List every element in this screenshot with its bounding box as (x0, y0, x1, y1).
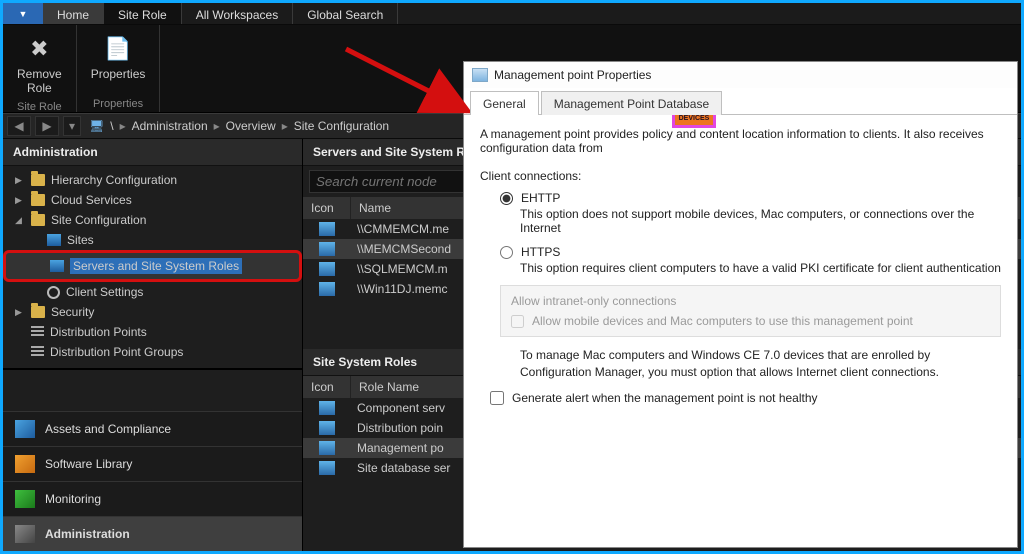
software-icon (15, 455, 35, 473)
tab-home[interactable]: Home (43, 3, 104, 24)
remove-role-label: Remove Role (17, 67, 62, 95)
system-menu-button[interactable]: ▼ (3, 3, 43, 24)
wunderbar: Assets and Compliance Software Library M… (3, 411, 302, 551)
radio-ehttp-label: EHTTP (521, 191, 560, 205)
ribbon-group-properties: 📄 Properties Properties (77, 25, 161, 112)
radio-https-label: HTTPS (521, 245, 560, 259)
tab-global-search[interactable]: Global Search (293, 3, 398, 24)
tree-security[interactable]: ▶Security (3, 302, 302, 322)
intranet-cb-label: Allow mobile devices and Mac computers t… (532, 314, 913, 328)
gear-icon (47, 286, 60, 299)
intranet-checkbox (511, 315, 524, 328)
ribbon-group-site-role: ✖ Remove Role Site Role (3, 25, 77, 112)
intranet-cb-row: Allow mobile devices and Mac computers t… (511, 314, 990, 328)
dialog-description: A management point provides policy and c… (480, 127, 1001, 155)
wb-monitoring[interactable]: Monitoring (3, 481, 302, 516)
role-icon (319, 401, 335, 415)
dialog-title: Management point Properties (494, 68, 651, 82)
breadcrumb: 🖥 \▸ Administration▸ Overview▸ Site Conf… (85, 119, 393, 133)
nav-tree: ▶Hierarchy Configuration ▶Cloud Services… (3, 166, 302, 366)
crumb-siteconfig[interactable]: Site Configuration (294, 119, 389, 133)
folder-icon (31, 214, 45, 226)
server-icon (319, 262, 335, 276)
role-icon (319, 441, 335, 455)
divider (3, 368, 302, 370)
nav-forward-button[interactable]: ▶ (35, 116, 59, 136)
ribbon-group-label-2: Properties (93, 96, 143, 110)
wb-assets[interactable]: Assets and Compliance (3, 411, 302, 446)
ribbon-group-label-1: Site Role (17, 99, 62, 113)
dialog-tabs: General Management Point Database (464, 88, 1017, 114)
tree-client-settings[interactable]: Client Settings (3, 282, 302, 302)
intranet-box: Allow intranet-only connections Allow mo… (500, 285, 1001, 337)
wb-administration[interactable]: Administration (3, 516, 302, 551)
crumb-overview[interactable]: Overview (226, 119, 276, 133)
dialog-content: A management point provides policy and c… (464, 114, 1017, 547)
remove-role-button[interactable]: ✖ Remove Role (11, 29, 68, 99)
properties-label: Properties (91, 67, 146, 81)
role-icon (319, 421, 335, 435)
chevron-down-icon: ▼ (19, 9, 28, 19)
navigation-pane: Administration ▶Hierarchy Configuration … (3, 139, 303, 551)
tab-mp-database[interactable]: Management Point Database (541, 91, 722, 115)
tab-site-role[interactable]: Site Role (104, 3, 182, 24)
alert-label: Generate alert when the management point… (512, 391, 818, 405)
tree-distribution-points[interactable]: Distribution Points (3, 322, 302, 342)
intranet-title: Allow intranet-only connections (511, 294, 990, 308)
tree-distribution-groups[interactable]: Distribution Point Groups (3, 342, 302, 362)
tab-general[interactable]: General (470, 91, 539, 115)
assets-icon (15, 420, 35, 438)
server-icon (50, 260, 64, 272)
client-connections-label: Client connections: (480, 169, 1001, 183)
mac-wince-note: To manage Mac computers and Windows CE 7… (520, 347, 1001, 381)
nav-history-button[interactable]: ▾ (63, 116, 81, 136)
https-description: This option requires client computers to… (520, 261, 1001, 275)
tab-all-workspaces[interactable]: All Workspaces (182, 3, 293, 24)
alert-checkbox[interactable] (490, 391, 504, 405)
navigation-pane-title: Administration (3, 139, 302, 166)
radio-https[interactable] (500, 246, 513, 259)
col-icon[interactable]: Icon (303, 376, 351, 398)
sites-icon (47, 234, 61, 246)
remove-role-icon: ✖ (23, 33, 55, 65)
ehttp-description: This option does not support mobile devi… (520, 207, 1001, 235)
radio-ehttp-row[interactable]: EHTTP (500, 191, 1001, 205)
crumb-root[interactable]: \ (110, 119, 113, 133)
server-icon (319, 282, 335, 296)
radio-https-row[interactable]: HTTPS (500, 245, 1001, 259)
tree-cloud-services[interactable]: ▶Cloud Services (3, 190, 302, 210)
role-icon (319, 461, 335, 475)
tree-servers-and-roles[interactable]: Servers and Site System Roles (3, 250, 302, 282)
nav-back-button[interactable]: ◀ (7, 116, 31, 136)
col-icon[interactable]: Icon (303, 197, 351, 219)
properties-dialog: Management point Properties HOW TO MANAG… (463, 61, 1018, 548)
monitoring-icon (15, 490, 35, 508)
folder-icon (31, 306, 45, 318)
tree-site-configuration[interactable]: ◢Site Configuration (3, 210, 302, 230)
top-menu-bar: ▼ Home Site Role All Workspaces Global S… (3, 3, 1021, 25)
admin-icon (15, 525, 35, 543)
tree-sites[interactable]: Sites (3, 230, 302, 250)
list-icon (31, 346, 44, 358)
radio-ehttp[interactable] (500, 192, 513, 205)
server-icon (319, 222, 335, 236)
properties-button[interactable]: 📄 Properties (85, 29, 152, 85)
tree-hierarchy-config[interactable]: ▶Hierarchy Configuration (3, 170, 302, 190)
crumb-admin[interactable]: Administration (132, 119, 208, 133)
server-icon (319, 242, 335, 256)
dialog-title-bar: Management point Properties (464, 62, 1017, 88)
alert-row[interactable]: Generate alert when the management point… (490, 391, 1001, 405)
wb-software[interactable]: Software Library (3, 446, 302, 481)
properties-icon: 📄 (102, 33, 134, 65)
folder-icon (31, 194, 45, 206)
dialog-title-icon (472, 68, 488, 82)
folder-icon (31, 174, 45, 186)
list-icon (31, 326, 44, 338)
